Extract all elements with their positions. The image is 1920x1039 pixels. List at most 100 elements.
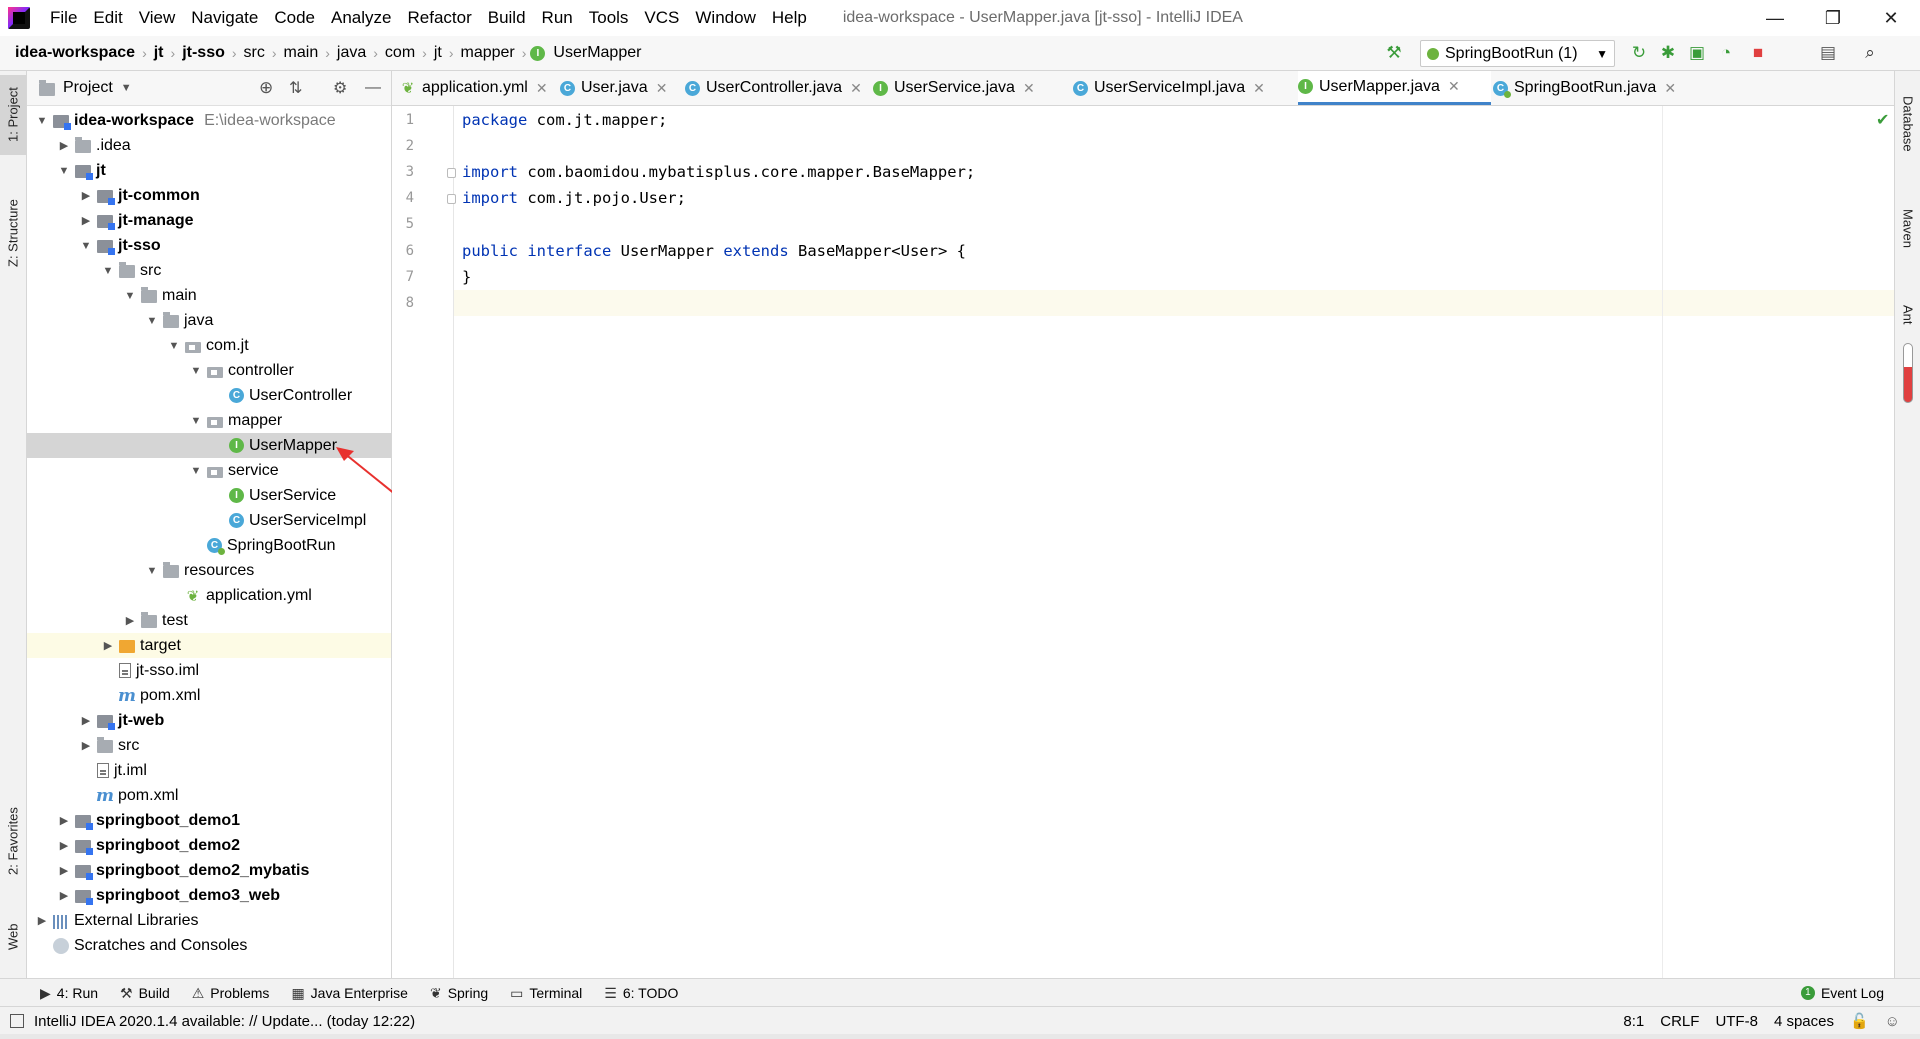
menu-file[interactable]: File — [42, 8, 85, 28]
run-with-coverage-icon[interactable]: ▣ — [1685, 41, 1709, 65]
expand-right-icon[interactable]: ▶ — [57, 889, 71, 902]
expand-right-icon[interactable]: ▶ — [101, 639, 115, 652]
tree-item[interactable]: m pom.xml — [27, 783, 391, 808]
menu-refactor[interactable]: Refactor — [399, 8, 479, 28]
editor-tab[interactable]: I UserService.java ✕ — [873, 71, 1071, 105]
tree-item[interactable]: ▼ idea-workspace E:\idea-workspace — [27, 108, 391, 133]
tree-item[interactable]: ▼ java — [27, 308, 391, 333]
menu-analyze[interactable]: Analyze — [323, 8, 399, 28]
hide-panel-icon[interactable]: — — [365, 79, 381, 97]
breadcrumb-item[interactable]: main — [281, 44, 322, 62]
close-window-button[interactable]: ✕ — [1863, 0, 1919, 36]
indent-setting[interactable]: 4 spaces — [1774, 1013, 1834, 1030]
bottom-tool-terminal[interactable]: ▭ Terminal — [510, 985, 582, 1002]
expand-down-icon[interactable]: ▼ — [167, 340, 181, 352]
no-problems-check-icon[interactable]: ✔ — [1876, 110, 1889, 130]
bottom-tool-spring[interactable]: ❦ Spring — [430, 985, 488, 1002]
tool-tab-project[interactable]: 1: Project — [0, 75, 26, 155]
code-editor[interactable]: 1 2 3 4 5 6 7 8 package com.jt.mapper; import co… — [392, 106, 1894, 978]
editor-tab[interactable]: C User.java ✕ — [560, 71, 684, 105]
menu-build[interactable]: Build — [480, 8, 534, 28]
expand-right-icon[interactable]: ▶ — [57, 814, 71, 827]
close-tab-icon[interactable]: ✕ — [1253, 80, 1265, 97]
build-hammer-icon[interactable]: ⚒ — [1382, 41, 1406, 65]
code-line[interactable]: import com.jt.pojo.User; — [462, 189, 686, 207]
expand-right-icon[interactable]: ▶ — [57, 839, 71, 852]
expand-down-icon[interactable]: ▼ — [145, 315, 159, 327]
tree-item[interactable]: ▶ test — [27, 608, 391, 633]
file-encoding[interactable]: UTF-8 — [1715, 1013, 1758, 1030]
code-line[interactable]: package com.jt.mapper; — [462, 111, 667, 129]
tree-item[interactable]: jt-sso.iml — [27, 658, 391, 683]
bottom-tool-run[interactable]: ▶ 4: Run — [40, 985, 98, 1002]
breadcrumb-item[interactable]: src — [241, 44, 268, 62]
rerun-icon[interactable]: ↻ — [1627, 41, 1651, 65]
restore-button[interactable]: ❐ — [1805, 0, 1861, 36]
expand-down-icon[interactable]: ▼ — [145, 565, 159, 577]
line-separator[interactable]: CRLF — [1660, 1013, 1699, 1030]
tree-item[interactable]: ▼ src — [27, 258, 391, 283]
project-structure-icon[interactable]: ▤ — [1816, 41, 1840, 65]
close-tab-icon[interactable]: ✕ — [1664, 80, 1676, 97]
tree-item[interactable]: ▼ main — [27, 283, 391, 308]
code-line[interactable]: } — [462, 268, 471, 286]
search-everywhere-icon[interactable]: ⌕ — [1858, 41, 1882, 65]
breadcrumb-item[interactable]: UserMapper — [550, 44, 644, 62]
tree-item[interactable]: ▶ External Libraries — [27, 908, 391, 933]
breadcrumb-item[interactable]: jt — [151, 44, 167, 62]
tree-item[interactable]: ▼ resources — [27, 558, 391, 583]
expand-down-icon[interactable]: ▼ — [123, 290, 137, 302]
tree-item[interactable]: C UserController — [27, 383, 391, 408]
close-tab-icon[interactable]: ✕ — [536, 80, 548, 97]
breadcrumb-item[interactable]: jt-sso — [179, 44, 228, 62]
editor-tab[interactable]: ❦ application.yml ✕ — [400, 71, 558, 105]
close-tab-icon[interactable]: ✕ — [1023, 80, 1035, 97]
debug-bug-icon[interactable]: ✱ — [1656, 41, 1680, 65]
profile-icon[interactable]: ◔ — [1714, 41, 1738, 65]
project-panel-title[interactable]: Project — [63, 79, 113, 97]
tool-tab-database[interactable]: Database — [1895, 79, 1920, 169]
minimize-button[interactable]: — — [1747, 0, 1803, 36]
menu-help[interactable]: Help — [764, 8, 815, 28]
tree-item[interactable]: ▼ jt — [27, 158, 391, 183]
tree-item[interactable]: ▶ jt-common — [27, 183, 391, 208]
tree-item[interactable]: m pom.xml — [27, 683, 391, 708]
expand-down-icon[interactable]: ▼ — [101, 265, 115, 277]
editor-tab[interactable]: C UserController.java ✕ — [685, 71, 871, 105]
menu-tools[interactable]: Tools — [581, 8, 637, 28]
bottom-tool-build[interactable]: ⚒ Build — [120, 985, 170, 1002]
tree-item[interactable]: ▶ springboot_demo1 — [27, 808, 391, 833]
bottom-tool-problems[interactable]: ⚠ Problems — [192, 985, 270, 1002]
expand-right-icon[interactable]: ▶ — [79, 714, 93, 727]
breadcrumb-item[interactable]: idea-workspace — [12, 44, 138, 62]
menu-edit[interactable]: Edit — [85, 8, 130, 28]
expand-down-icon[interactable]: ▼ — [79, 240, 93, 252]
tree-item[interactable]: jt.iml — [27, 758, 391, 783]
bottom-tool-java-enterprise[interactable]: ▦ Java Enterprise — [291, 985, 408, 1002]
tree-item[interactable]: ▼ jt-sso — [27, 233, 391, 258]
tree-item[interactable]: ▶ src — [27, 733, 391, 758]
menu-vcs[interactable]: VCS — [636, 8, 687, 28]
editor-tab[interactable]: I UserMapper.java ✕ — [1298, 71, 1491, 105]
expand-down-icon[interactable]: ▼ — [57, 165, 71, 177]
tree-item[interactable]: Scratches and Consoles — [27, 933, 391, 958]
expand-right-icon[interactable]: ▶ — [79, 214, 93, 227]
status-message[interactable]: IntelliJ IDEA 2020.1.4 available: // Upd… — [34, 1013, 415, 1030]
tree-item[interactable]: ❦ application.yml — [27, 583, 391, 608]
tree-item[interactable]: ▶ jt-web — [27, 708, 391, 733]
tree-item[interactable]: ▶ springboot_demo2_mybatis — [27, 858, 391, 883]
expand-right-icon[interactable]: ▶ — [123, 614, 137, 627]
expand-down-icon[interactable]: ▼ — [189, 465, 203, 477]
tool-tab-structure[interactable]: Z: Structure — [0, 183, 26, 283]
collapse-all-icon[interactable]: ⇅ — [289, 78, 302, 98]
breadcrumb-item[interactable]: com — [382, 44, 418, 62]
caret-position[interactable]: 8:1 — [1623, 1013, 1644, 1030]
breadcrumb-item[interactable]: jt — [431, 44, 445, 62]
expand-down-icon[interactable]: ▼ — [189, 365, 203, 377]
code-line[interactable]: import com.baomidou.mybatisplus.core.map… — [462, 163, 975, 181]
stop-icon[interactable]: ■ — [1746, 41, 1770, 65]
tree-item[interactable]: ▶ jt-manage — [27, 208, 391, 233]
expand-right-icon[interactable]: ▶ — [79, 739, 93, 752]
fold-marker-icon[interactable] — [447, 168, 456, 178]
expand-down-icon[interactable]: ▼ — [189, 415, 203, 427]
